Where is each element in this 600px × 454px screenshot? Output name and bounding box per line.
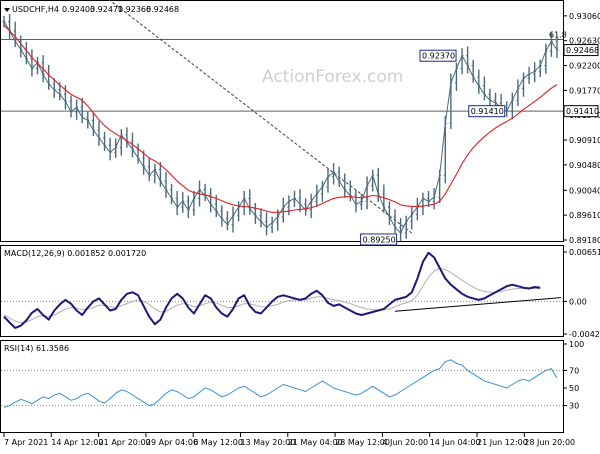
symbol-label: USDCHF,H4 <box>12 5 59 14</box>
x-tick-label: 21 Apr 20:00 <box>99 438 151 447</box>
price-bars <box>2 14 559 242</box>
chart-svg: ActionForex.com USDCHF,H4 0.92403 0.9247… <box>0 0 600 447</box>
price-ytick-label: 0.90910 <box>569 136 600 145</box>
close-value: 0.92468 <box>146 5 179 14</box>
price-ytick-label: 0.90040 <box>569 186 600 195</box>
x-tick-label: 4 Jun 20:00 <box>382 438 428 447</box>
price-ytick-label: 0.93060 <box>569 12 600 21</box>
x-tick-label: 14 Jun 04:00 <box>430 438 481 447</box>
x-tick-label: 6 May 12:00 <box>193 438 243 447</box>
watermark: ActionForex.com <box>262 67 403 87</box>
rsi-ytick-label: 50 <box>569 384 579 393</box>
price-trendline <box>108 0 413 234</box>
x-tick-label: 28 Jun 20:00 <box>524 438 575 447</box>
macd-line <box>3 251 541 329</box>
price-annotation-label: 0.89250 <box>363 235 396 244</box>
price-close-line <box>3 21 558 234</box>
macd-panel-frame <box>0 245 564 337</box>
macd-ytick-label: 0.00 <box>569 297 587 306</box>
price-ytick-label: 0.92200 <box>569 62 600 71</box>
price-ytick-label: 0.90480 <box>569 161 600 170</box>
rsi-ytick-label: 100 <box>569 340 584 349</box>
price-header: USDCHF,H4 0.92403 0.92471 0.92366 0.9246… <box>4 5 179 14</box>
price-annotation-label: 0.92370 <box>422 52 455 61</box>
price-ytick-label: 0.91770 <box>569 86 600 95</box>
x-tick-label: 21 Jun 12:00 <box>477 438 528 447</box>
rsi-title: RSI(14) 61.3586 <box>4 344 69 353</box>
rsi-ytick-label: 30 <box>569 402 579 411</box>
x-tick-label: 29 Apr 04:00 <box>146 438 198 447</box>
chart-window: ActionForex.com USDCHF,H4 0.92403 0.9247… <box>0 0 600 450</box>
macd-signal-line <box>3 267 541 324</box>
rsi-panel-frame <box>0 340 564 433</box>
price-ytick-label: 0.89180 <box>569 236 600 245</box>
dropdown-triangle-icon[interactable] <box>4 8 10 12</box>
macd-ytick-label: -0.004298 <box>569 330 600 339</box>
moving-average-line <box>3 24 558 213</box>
price-ytick-label: 0.89610 <box>569 211 600 220</box>
level-tag-label: 0.91410 <box>566 107 599 116</box>
macd-ytick-label: 0.006511 <box>569 248 600 257</box>
rsi-line <box>3 359 558 408</box>
x-tick-label: 7 Apr 2021 <box>4 438 48 447</box>
rsi-ytick-label: 70 <box>569 366 579 375</box>
last-price-tag-label: 0.92468 <box>566 46 599 55</box>
price-panel-frame <box>0 0 564 242</box>
x-tick-label: 14 Apr 12:00 <box>51 438 103 447</box>
price-annotation-label: 0.91410 <box>471 107 504 116</box>
macd-title: MACD(12,26,9) 0.001852 0.001720 <box>4 249 146 258</box>
